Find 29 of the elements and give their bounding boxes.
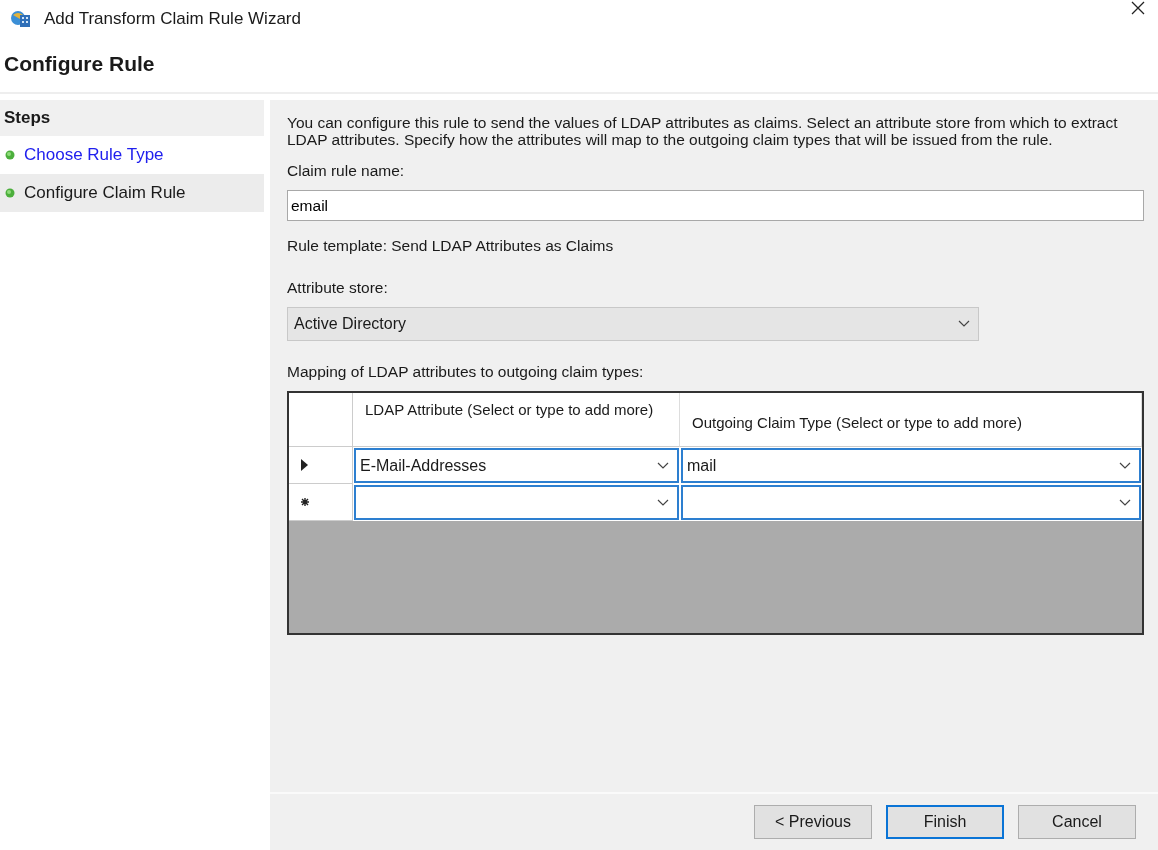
chevron-down-icon <box>958 320 970 328</box>
description-text: You can configure this rule to send the values of LDAP attributes as claims. Select an attribute store from which to extract LDAP attributes. Specify how the attributes will map to the outgoing claim types that will be issued from the rule. <box>287 114 1119 148</box>
cell-dropdown[interactable]: mail <box>681 448 1141 483</box>
rule-template-text: Rule template: Send LDAP Attributes as Claims <box>287 237 615 255</box>
mapping-label: Mapping of LDAP attributes to outgoing claim types: <box>287 363 645 381</box>
chevron-down-icon <box>657 498 669 507</box>
status-dot-icon <box>5 188 15 198</box>
steps-heading: Steps <box>0 100 264 136</box>
window-title: Add Transform Claim Rule Wizard <box>44 9 302 29</box>
wizard-app-icon <box>10 9 32 29</box>
attribute-store-dropdown[interactable]: Active Directory <box>287 307 979 341</box>
current-row-icon <box>301 459 308 471</box>
current-step[interactable]: Configure Claim Rule <box>0 174 264 212</box>
wizard-button[interactable]: Cancel <box>1018 805 1136 839</box>
wizard-button[interactable]: Finish <box>886 805 1004 839</box>
field-label: Claim rule name: <box>287 162 406 180</box>
page-title: Configure Rule <box>3 51 156 77</box>
cell-dropdown[interactable]: E-Mail-Addresses <box>354 448 679 483</box>
chevron-down-icon <box>657 461 669 470</box>
chevron-down-icon <box>1119 498 1131 507</box>
status-dot-icon <box>5 150 15 160</box>
cell-dropdown[interactable] <box>681 485 1141 520</box>
claim-rule-name-field[interactable]: email <box>287 190 1144 221</box>
field-label: Attribute store: <box>287 279 389 297</box>
chevron-down-icon <box>1119 461 1131 470</box>
close-icon[interactable] <box>1130 0 1146 16</box>
cell-dropdown[interactable] <box>354 485 679 520</box>
wizard-button[interactable]: < Previous <box>754 805 872 839</box>
new-row-icon <box>301 498 309 506</box>
